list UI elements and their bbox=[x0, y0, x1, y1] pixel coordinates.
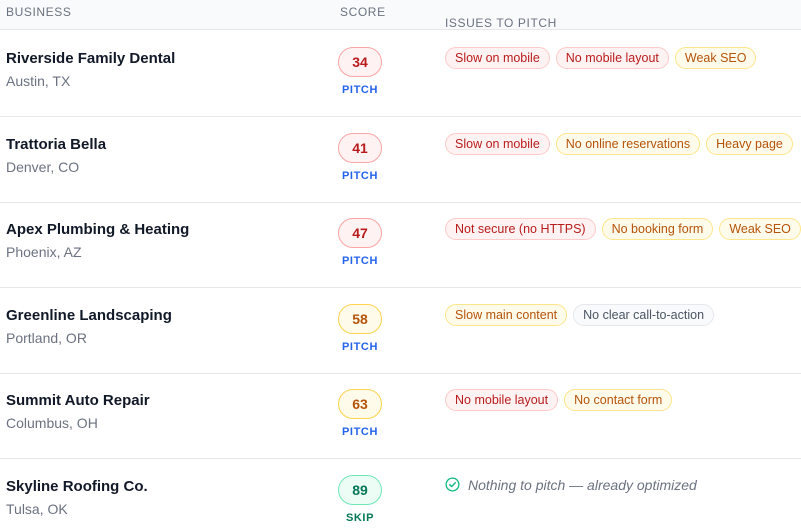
column-header-business[interactable]: BUSINESS bbox=[6, 5, 72, 19]
issue-tags: Slow on mobile No online reservations Heav… bbox=[445, 132, 793, 155]
score-badge: 47 bbox=[338, 218, 382, 248]
issue-tag: No mobile layout bbox=[555, 47, 669, 69]
table-row[interactable]: Greenline Landscaping Portland, OR 58 PITCH… bbox=[0, 288, 801, 374]
table-row[interactable]: Trattoria Bella Denver, CO 41 PITCH Slow on … bbox=[0, 117, 801, 203]
issue-tags: Slow on mobile No mobile layout Weak SEO bbox=[445, 47, 757, 69]
issue-tags: Not secure (no HTTPS) No booking form Weak… bbox=[445, 218, 801, 240]
verdict-label: PITCH bbox=[342, 340, 378, 353]
table-row[interactable]: Skyline Roofing Co. Tulsa, OK 89 SKIP Nothin… bbox=[0, 459, 801, 530]
column-header-score[interactable]: SCORE bbox=[340, 5, 386, 19]
issue-tag: Slow on mobile bbox=[445, 47, 550, 69]
issue-tag: No online reservations bbox=[555, 132, 701, 155]
business-location: Portland, OR bbox=[6, 329, 87, 346]
score-badge: 34 bbox=[338, 47, 382, 77]
business-name: Summit Auto Repair bbox=[6, 392, 150, 409]
issue-tags: No mobile layout No contact form bbox=[445, 389, 673, 411]
no-issues-note: Nothing to pitch — already optimized bbox=[445, 477, 697, 493]
score-badge: 41 bbox=[338, 132, 382, 163]
business-name: Apex Plumbing & Heating bbox=[6, 221, 190, 238]
business-name: Skyline Roofing Co. bbox=[6, 477, 148, 495]
issue-tag: No booking form bbox=[601, 218, 714, 240]
issue-tags: Slow main content No clear call-to-action bbox=[445, 303, 715, 326]
issue-tag: No clear call-to-action bbox=[573, 303, 715, 326]
issue-tag: Not secure (no HTTPS) bbox=[445, 218, 596, 240]
verdict-label: PITCH bbox=[342, 426, 378, 438]
score-badge: 58 bbox=[338, 303, 382, 334]
column-header-issues: ISSUES TO PITCH bbox=[445, 16, 557, 30]
table-row[interactable]: Riverside Family Dental Austin, TX 34 PITCH… bbox=[0, 31, 801, 117]
verdict-label: SKIP bbox=[345, 511, 375, 524]
issue-tag: Weak SEO bbox=[674, 47, 757, 69]
issue-tag: Slow on mobile bbox=[445, 132, 550, 155]
verdict-label: PITCH bbox=[342, 84, 378, 96]
table-header: BUSINESS SCORE ISSUES TO PITCH bbox=[0, 0, 801, 30]
verdict-label: PITCH bbox=[342, 169, 378, 182]
issue-tag: No mobile layout bbox=[445, 389, 559, 411]
business-location: Tulsa, OK bbox=[6, 500, 68, 517]
table-row[interactable]: Summit Auto Repair Columbus, OH 63 PITCH No … bbox=[0, 373, 801, 459]
business-location: Denver, CO bbox=[6, 158, 80, 175]
business-name: Greenline Landscaping bbox=[6, 306, 172, 324]
business-name: Riverside Family Dental bbox=[6, 50, 176, 67]
business-name: Trattoria Bella bbox=[6, 135, 107, 153]
verdict-label: PITCH bbox=[342, 255, 378, 267]
business-location: Phoenix, AZ bbox=[6, 244, 82, 260]
issue-tag: Slow main content bbox=[445, 303, 568, 326]
issue-tag: Heavy page bbox=[706, 132, 793, 155]
check-circle-icon bbox=[445, 477, 460, 492]
table-row[interactable]: Apex Plumbing & Heating Phoenix, AZ 47 PITC… bbox=[0, 202, 801, 288]
business-location: Columbus, OH bbox=[6, 415, 98, 431]
score-badge: 63 bbox=[338, 389, 382, 419]
no-issues-text: Nothing to pitch — already optimized bbox=[468, 476, 697, 493]
score-badge: 89 bbox=[338, 474, 382, 505]
business-location: Austin, TX bbox=[6, 73, 71, 89]
issue-tag: Weak SEO bbox=[719, 218, 801, 240]
issue-tag: No contact form bbox=[564, 389, 673, 411]
leads-table: BUSINESS SCORE ISSUES TO PITCH Riverside… bbox=[0, 0, 801, 530]
